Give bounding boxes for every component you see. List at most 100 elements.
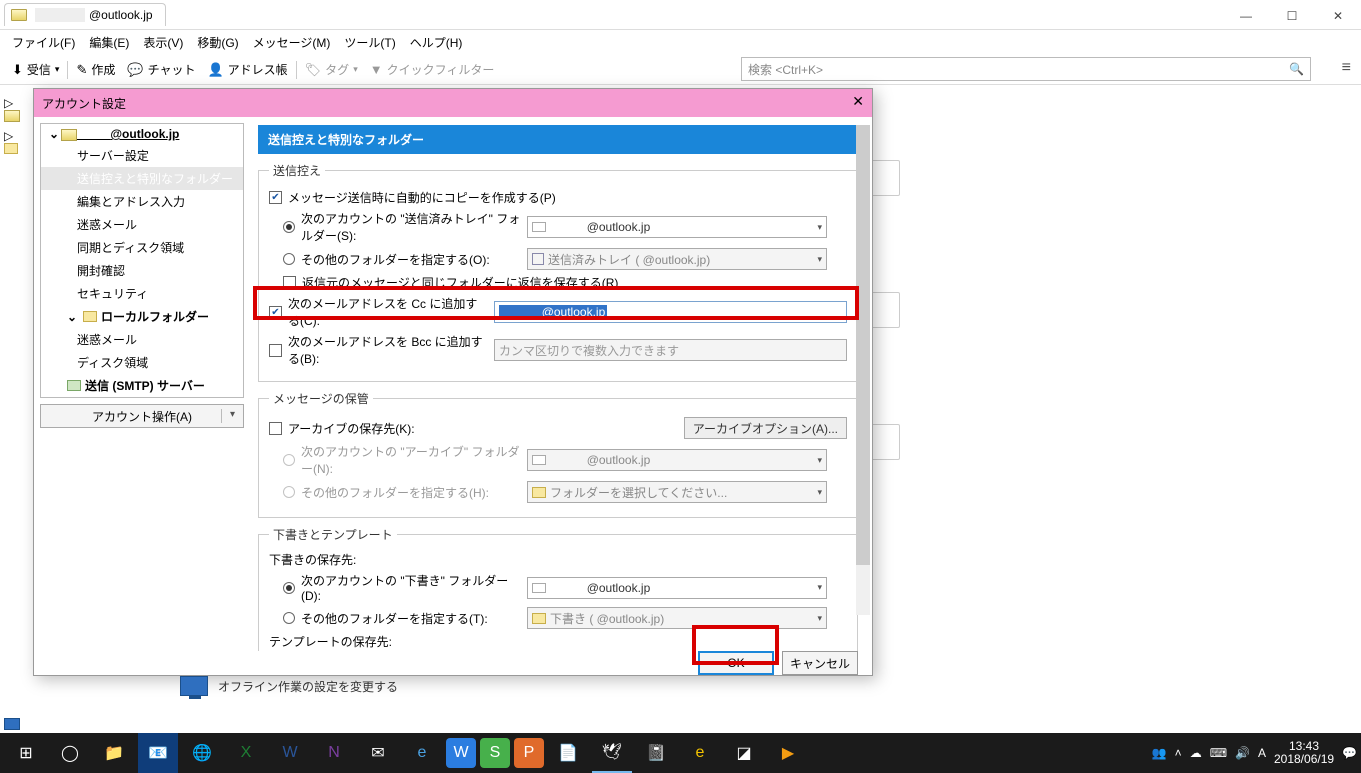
tray-people[interactable]: 👥 bbox=[1152, 746, 1167, 760]
input-bcc: カンマ区切りで複数入力できます bbox=[494, 339, 847, 361]
menu-go[interactable]: 移動(G) bbox=[191, 32, 244, 53]
folder-tree-local[interactable]: ▷ bbox=[0, 127, 28, 159]
chk-auto-copy[interactable]: ✔ bbox=[269, 191, 282, 204]
menu-view[interactable]: 表示(V) bbox=[137, 32, 189, 53]
archive-options-button[interactable]: アーカイブオプション(A)... bbox=[684, 417, 847, 439]
window-close[interactable]: ✕ bbox=[1315, 2, 1361, 30]
dialog-title: アカウント設定 bbox=[42, 95, 126, 112]
group-copies-legend: 送信控え bbox=[269, 162, 325, 179]
rad-draft-account[interactable] bbox=[283, 582, 295, 594]
drop-sent-account[interactable]: @outlook.jp bbox=[527, 216, 827, 238]
input-cc[interactable]: @outlook.jp bbox=[494, 301, 847, 323]
menu-edit[interactable]: 編集(E) bbox=[83, 32, 135, 53]
toolbar-quickfilter[interactable]: ▼クイックフィルター bbox=[364, 61, 501, 78]
qf-label: クイックフィルター bbox=[387, 61, 495, 78]
task-media[interactable]: ▶ bbox=[768, 733, 808, 773]
rad-arch-other bbox=[283, 486, 295, 498]
task-edge[interactable]: e bbox=[402, 733, 442, 773]
group-copies: 送信控え ✔メッセージ送信時に自動的にコピーを作成する(P) 次のアカウントの … bbox=[258, 162, 858, 382]
tree-account[interactable]: ⌄ @outlook.jp bbox=[41, 124, 243, 144]
chk-archive[interactable] bbox=[269, 422, 282, 435]
window-maximize[interactable]: ☐ bbox=[1269, 2, 1315, 30]
task-chrome[interactable]: 🌐 bbox=[182, 733, 222, 773]
chk-save-reply[interactable] bbox=[283, 276, 296, 289]
drop-arch-account: @outlook.jp bbox=[527, 449, 827, 471]
tree-server[interactable]: サーバー設定 bbox=[41, 144, 243, 167]
group-archive: メッセージの保管 アーカイブの保存先(K): アーカイブオプション(A)... … bbox=[258, 390, 858, 518]
task-excel[interactable]: X bbox=[226, 733, 266, 773]
tree-copies-folders[interactable]: 送信控えと特別なフォルダー bbox=[41, 167, 243, 190]
compose-label: 作成 bbox=[91, 61, 115, 78]
tree-sync[interactable]: 同期とディスク領域 bbox=[41, 236, 243, 259]
folder-tree-account[interactable]: ▷ bbox=[0, 94, 28, 127]
menu-help[interactable]: ヘルプ(H) bbox=[404, 32, 469, 53]
hamburger-menu[interactable]: ≡ bbox=[1342, 59, 1351, 77]
menu-message[interactable]: メッセージ(M) bbox=[247, 32, 337, 53]
main-tab[interactable]: @outlook.jp bbox=[4, 3, 166, 26]
cortana-button[interactable]: ◯ bbox=[50, 733, 90, 773]
dialog-close[interactable]: ✕ bbox=[852, 93, 864, 110]
rad-arch-account bbox=[283, 454, 295, 466]
task-mail[interactable]: ✉ bbox=[358, 733, 398, 773]
rad-sent-other[interactable] bbox=[283, 253, 295, 265]
lbl-auto-copy: メッセージ送信時に自動的にコピーを作成する(P) bbox=[288, 189, 556, 206]
task-app4[interactable]: ◪ bbox=[724, 733, 764, 773]
lbl-cc: 次のメールアドレスを Cc に追加する(C): bbox=[288, 295, 488, 329]
cancel-button[interactable]: キャンセル bbox=[782, 651, 858, 675]
offline-row[interactable]: オフライン作業の設定を変更する bbox=[180, 676, 398, 696]
toolbar-tag[interactable]: 🏷タグ▾ bbox=[299, 61, 364, 78]
chat-label: チャット bbox=[148, 61, 196, 78]
ok-button[interactable]: OK bbox=[698, 651, 774, 675]
toolbar-addressbook[interactable]: 👤アドレス帳 bbox=[201, 61, 293, 78]
tray-ime[interactable]: ⌨ bbox=[1210, 746, 1227, 760]
tray-cloud[interactable]: ☁ bbox=[1190, 746, 1202, 760]
task-thunderbird[interactable]: 🕊 bbox=[592, 733, 632, 773]
tree-receipts[interactable]: 開封確認 bbox=[41, 259, 243, 282]
rad-draft-other[interactable] bbox=[283, 612, 295, 624]
start-button[interactable]: ⊞ bbox=[6, 733, 46, 773]
toolbar-chat[interactable]: 💬チャット bbox=[121, 61, 201, 78]
tree-smtp[interactable]: 送信 (SMTP) サーバー bbox=[41, 374, 243, 397]
task-outlook[interactable]: 📧 bbox=[138, 733, 178, 773]
tree-local-disk[interactable]: ディスク領域 bbox=[41, 351, 243, 374]
sub-templates: テンプレートの保存先: bbox=[269, 633, 847, 650]
pane-scrollbar[interactable] bbox=[856, 125, 870, 615]
menu-tools[interactable]: ツール(T) bbox=[338, 32, 401, 53]
rad-sent-account[interactable] bbox=[283, 221, 295, 233]
tree-composition[interactable]: 編集とアドレス入力 bbox=[41, 190, 243, 213]
tray-chevron[interactable]: ˄ bbox=[1175, 746, 1182, 760]
group-drafts-legend: 下書きとテンプレート bbox=[269, 526, 397, 543]
search-input[interactable]: 検索 <Ctrl+K>🔍 bbox=[741, 57, 1311, 81]
tray-notifications[interactable]: 💬 bbox=[1342, 746, 1357, 760]
task-app2[interactable]: S bbox=[480, 738, 510, 768]
task-notes[interactable]: 📓 bbox=[636, 733, 676, 773]
tab-title: @outlook.jp bbox=[89, 8, 153, 22]
toolbar-compose[interactable]: ✎作成 bbox=[70, 61, 121, 78]
tree-junk[interactable]: 迷惑メール bbox=[41, 213, 243, 236]
pane-heading: 送信控えと特別なフォルダー bbox=[258, 125, 858, 154]
task-app3[interactable]: P bbox=[514, 738, 544, 768]
window-minimize[interactable]: — bbox=[1223, 2, 1269, 30]
account-actions-button[interactable]: アカウント操作(A) bbox=[40, 404, 244, 428]
account-icon bbox=[11, 9, 27, 21]
tray-clock[interactable]: 13:432018/06/19 bbox=[1274, 740, 1334, 766]
lbl-sent-other: その他のフォルダーを指定する(O): bbox=[301, 251, 521, 268]
task-explorer[interactable]: 📁 bbox=[94, 733, 134, 773]
redacted-area bbox=[35, 8, 85, 22]
task-ie[interactable]: e bbox=[680, 733, 720, 773]
task-onenote[interactable]: N bbox=[314, 733, 354, 773]
tree-local-folders[interactable]: ⌄ローカルフォルダー bbox=[41, 305, 243, 328]
tree-security[interactable]: セキュリティ bbox=[41, 282, 243, 305]
chk-bcc[interactable] bbox=[269, 344, 282, 357]
chk-cc[interactable]: ✔ bbox=[269, 306, 282, 319]
account-settings-dialog: アカウント設定 ✕ ⌄ @outlook.jp サーバー設定 送信控えと特別なフ… bbox=[33, 88, 873, 676]
task-app1[interactable]: W bbox=[446, 738, 476, 768]
tray-volume[interactable]: 🔊 bbox=[1235, 746, 1250, 760]
drop-draft-account[interactable]: @outlook.jp bbox=[527, 577, 827, 599]
toolbar-receive[interactable]: ⬇受信▾ bbox=[6, 61, 65, 78]
tray-lang[interactable]: A bbox=[1258, 746, 1266, 760]
menu-file[interactable]: ファイル(F) bbox=[6, 32, 81, 53]
task-reader[interactable]: 📄 bbox=[548, 733, 588, 773]
tree-local-junk[interactable]: 迷惑メール bbox=[41, 328, 243, 351]
task-word[interactable]: W bbox=[270, 733, 310, 773]
